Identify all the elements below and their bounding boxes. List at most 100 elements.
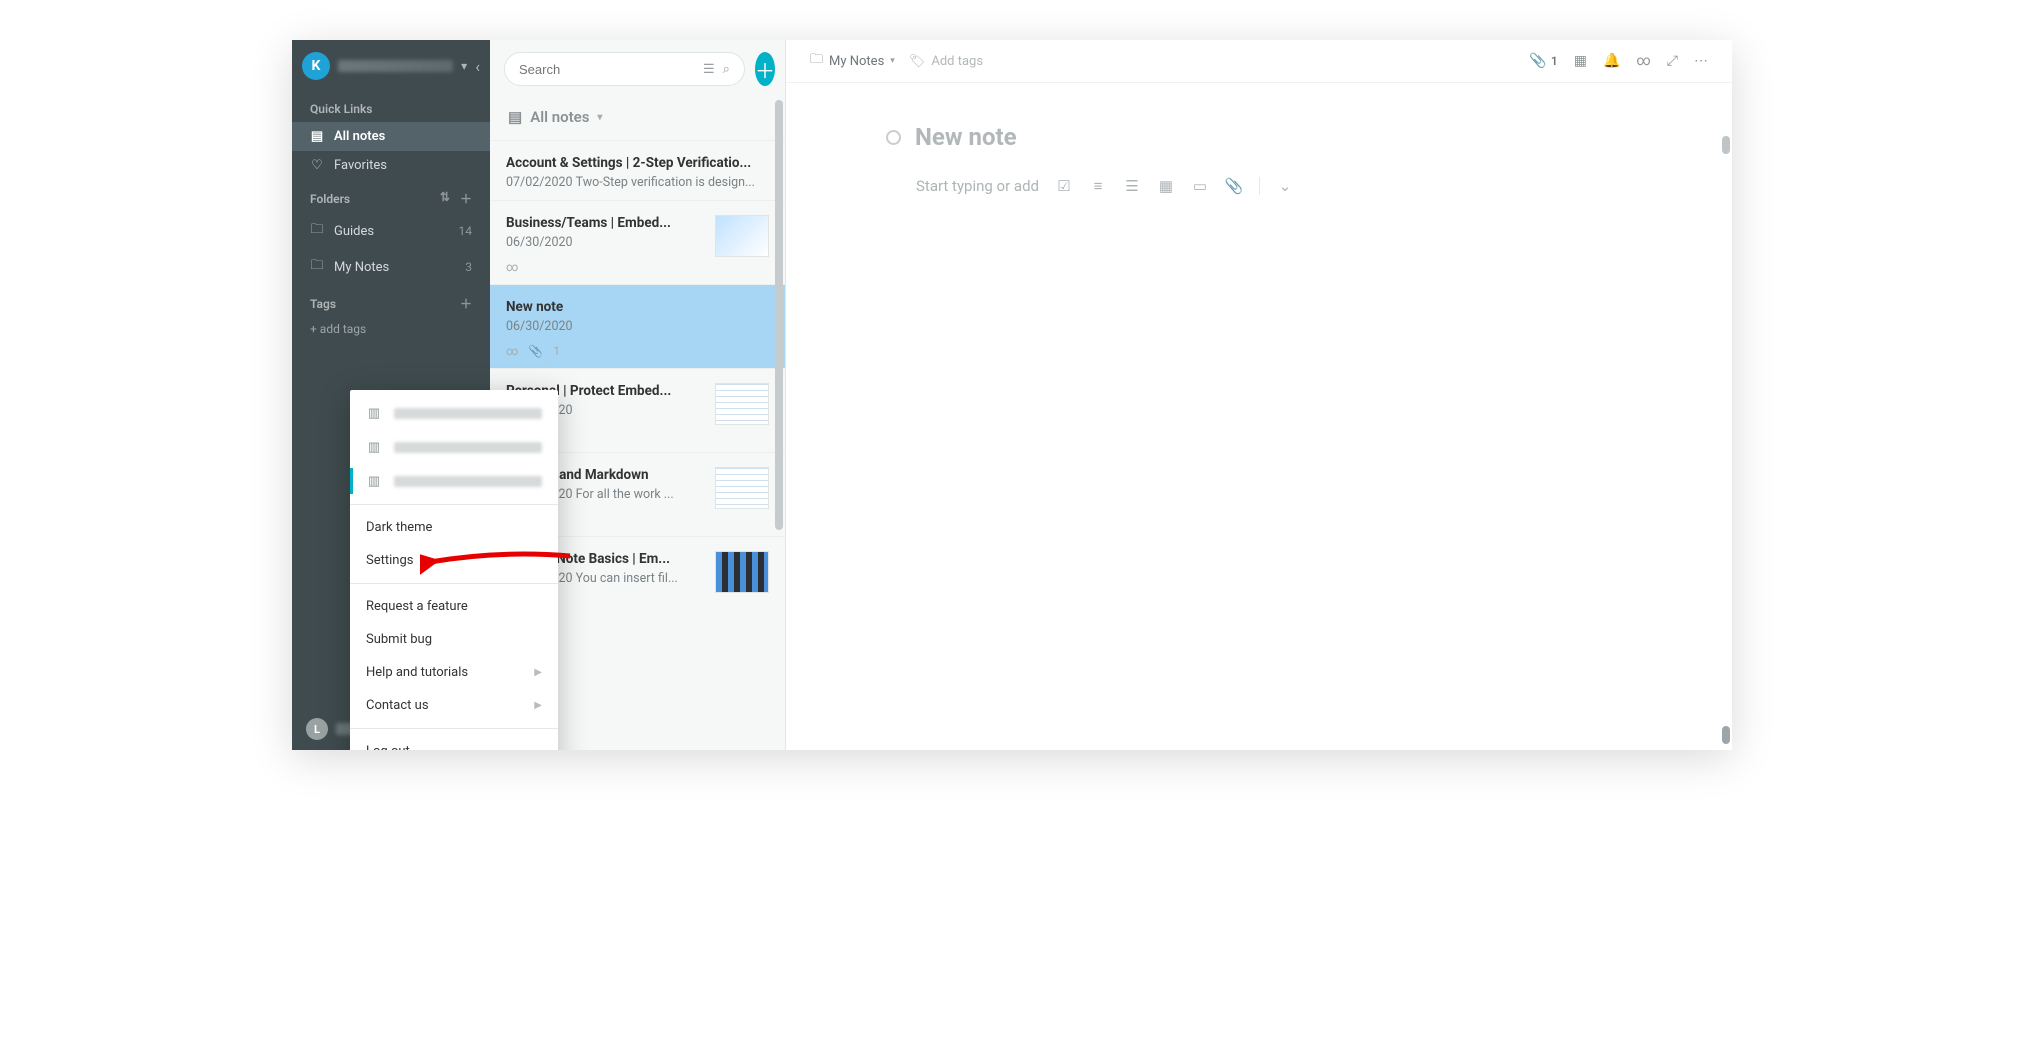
add-tags-link[interactable]: + add tags: [292, 318, 490, 340]
breadcrumb[interactable]: 🗀 My Notes ▾: [810, 50, 895, 72]
tags-heading: Tags ＋: [292, 285, 490, 318]
add-tags-button[interactable]: 🏷 Add tags: [909, 54, 983, 69]
org-item[interactable]: ▥: [350, 396, 558, 430]
breadcrumb-label: My Notes: [829, 54, 884, 69]
list-scrollbar[interactable]: [775, 100, 783, 530]
note-snippet: 06/30/2020: [506, 319, 769, 334]
sidebar-item-label: Favorites: [334, 158, 387, 173]
quick-links-heading: Quick Links: [292, 92, 490, 122]
sidebar-item-label: My Notes: [334, 260, 389, 275]
note-card[interactable]: Business/Teams | Embed... 06/30/2020 ∞: [490, 200, 785, 284]
search-input[interactable]: [519, 62, 695, 77]
folder-count: 3: [465, 260, 472, 274]
note-icon: ▤: [310, 129, 324, 144]
org-name-redacted: [394, 476, 542, 487]
attachment-icon: 📎: [1529, 53, 1546, 69]
sort-folders-icon[interactable]: ⇅: [440, 190, 450, 207]
menu-contact-us[interactable]: Contact us ▶: [350, 689, 558, 722]
user-avatar[interactable]: K: [302, 52, 330, 80]
share-icon[interactable]: ∞: [1636, 53, 1650, 69]
checkbox-block-icon[interactable]: ☑: [1055, 177, 1073, 195]
note-title: Business/Teams | Embed...: [506, 215, 705, 231]
menu-settings[interactable]: Settings: [350, 544, 558, 577]
sidebar-folder-mynotes[interactable]: 🗀 My Notes 3: [292, 249, 490, 285]
sidebar-item-all-notes[interactable]: ▤ All notes: [292, 122, 490, 151]
note-title: New note: [506, 299, 769, 315]
tag-icon: 🏷: [909, 54, 926, 69]
filter-icon[interactable]: ☰: [703, 62, 715, 77]
attach-icon[interactable]: 📎: [1225, 177, 1243, 195]
chevron-right-icon: ▶: [534, 700, 542, 711]
more-icon[interactable]: ⋯: [1694, 53, 1708, 69]
search-box[interactable]: ☰ ⌕: [504, 52, 745, 86]
bulleted-list-icon[interactable]: ☰: [1123, 177, 1141, 195]
editor-placeholder-row[interactable]: Start typing or add ☑ ≡ ☰ ▦ ▭ 📎 ⌄: [916, 177, 1732, 195]
menu-request-feature[interactable]: Request a feature: [350, 590, 558, 623]
note-snippet: 06/30/2020: [506, 235, 705, 250]
editor-toolbar: 🗀 My Notes ▾ 🏷 Add tags 📎 1 ▦ 🔔 ∞ ⤢ ⋯: [786, 40, 1732, 83]
editor-placeholder: Start typing or add: [916, 177, 1039, 195]
editor-panel: 🗀 My Notes ▾ 🏷 Add tags 📎 1 ▦ 🔔 ∞ ⤢ ⋯: [786, 40, 1732, 750]
chevron-down-icon: ▾: [597, 112, 602, 123]
org-name-redacted: [394, 408, 542, 419]
menu-dark-theme[interactable]: Dark theme: [350, 511, 558, 544]
heart-icon: ♡: [310, 158, 324, 173]
attachment-count: 1: [553, 344, 560, 358]
attachment-icon: 📎: [528, 344, 543, 358]
image-icon[interactable]: ▭: [1191, 177, 1209, 195]
task-checkbox-icon[interactable]: [886, 130, 901, 145]
workspace-name-redacted: [338, 60, 453, 72]
chevron-down-icon: ▾: [890, 56, 895, 66]
org-item-active[interactable]: ▥: [350, 464, 558, 498]
add-tag-icon[interactable]: ＋: [460, 295, 472, 312]
note-card-selected[interactable]: New note 06/30/2020 ∞ 📎 1: [490, 284, 785, 368]
table-icon[interactable]: ▦: [1157, 177, 1175, 195]
secondary-avatar: L: [306, 718, 328, 740]
menu-submit-bug[interactable]: Submit bug: [350, 623, 558, 656]
attachments-button[interactable]: 📎 1: [1529, 53, 1557, 69]
folder-icon: 🗀: [310, 220, 324, 242]
add-folder-icon[interactable]: ＋: [460, 190, 472, 207]
org-item[interactable]: ▥: [350, 430, 558, 464]
workspace-switcher[interactable]: K ▾ ‹: [292, 40, 490, 92]
folder-icon: 🗀: [810, 50, 823, 72]
collapse-sidebar-icon[interactable]: ‹: [475, 57, 480, 76]
workspace-caret-icon[interactable]: ▾: [461, 59, 467, 73]
reminder-icon[interactable]: 🔔: [1603, 53, 1620, 69]
sidebar-item-favorites[interactable]: ♡ Favorites: [292, 151, 490, 180]
note-thumbnail: [715, 551, 769, 593]
folder-icon: 🗀: [310, 256, 324, 278]
menu-log-out[interactable]: Log out: [350, 735, 558, 750]
editor-scrollbar[interactable]: [1722, 136, 1730, 154]
sidebar-folder-guides[interactable]: 🗀 Guides 14: [292, 213, 490, 249]
note-thumbnail: [715, 467, 769, 509]
note-card[interactable]: Account & Settings | 2-Step Verificatio.…: [490, 140, 785, 200]
search-icon[interactable]: ⌕: [723, 62, 730, 77]
expand-icon[interactable]: ⤢: [1667, 53, 1678, 69]
menu-help-tutorials[interactable]: Help and tutorials ▶: [350, 656, 558, 689]
more-blocks-icon[interactable]: ⌄: [1276, 177, 1294, 195]
org-icon: ▥: [366, 473, 382, 489]
chevron-right-icon: ▶: [534, 667, 542, 678]
user-menu: ▥ ▥ ▥ Dark theme Settings Request: [350, 390, 558, 750]
attachment-count: 1: [1551, 54, 1558, 68]
list-header[interactable]: ▤ All notes ▾: [490, 98, 785, 140]
org-name-redacted: [394, 442, 542, 453]
org-icon: ▥: [366, 405, 382, 421]
share-icon: ∞: [506, 260, 518, 274]
sidebar-item-label: Guides: [334, 224, 374, 239]
editor-scrollbar-end[interactable]: [1722, 726, 1730, 744]
note-title: Account & Settings | 2-Step Verificatio.…: [506, 155, 769, 171]
apps-icon[interactable]: ▦: [1574, 53, 1587, 69]
new-note-button[interactable]: ＋: [755, 52, 775, 86]
note-title-input[interactable]: New note: [915, 123, 1017, 151]
note-thumbnail: [715, 383, 769, 425]
list-title: All notes: [530, 108, 589, 126]
note-thumbnail: [715, 215, 769, 257]
numbered-list-icon[interactable]: ≡: [1089, 177, 1107, 195]
divider: [1259, 177, 1260, 195]
note-snippet: 07/02/2020 Two-Step verification is desi…: [506, 175, 769, 190]
sidebar-item-label: All notes: [334, 129, 385, 144]
folders-heading: Folders ⇅ ＋: [292, 180, 490, 213]
folder-count: 14: [459, 224, 473, 238]
